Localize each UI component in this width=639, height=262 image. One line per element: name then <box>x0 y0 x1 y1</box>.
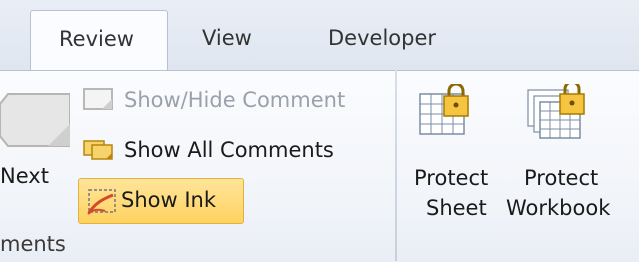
protect-sheet-icon <box>419 84 469 135</box>
next-comment-icon <box>0 93 70 147</box>
protect-workbook-label-line2: Workbook <box>506 196 611 220</box>
next-comment-button[interactable]: Next <box>0 78 70 198</box>
show-ink-button[interactable]: Show Ink <box>78 178 244 224</box>
ribbon-tab-bar: Review View Developer <box>0 0 639 72</box>
comments-group-label: ments <box>0 232 66 256</box>
group-separator <box>395 70 397 261</box>
tab-view[interactable]: View <box>202 26 252 50</box>
protect-sheet-label-line2: Sheet <box>426 196 487 220</box>
show-hide-comment-label: Show/Hide Comment <box>124 88 346 112</box>
protect-workbook-label-line1: Protect <box>524 166 599 190</box>
show-hide-comment-button[interactable]: Show/Hide Comment <box>82 83 345 117</box>
show-all-comments-button[interactable]: Show All Comments <box>82 133 334 167</box>
show-ink-icon <box>87 189 116 215</box>
protect-sheet-button[interactable]: Protect Sheet <box>408 78 504 228</box>
tab-review-label: Review <box>59 27 134 51</box>
tab-review[interactable]: Review <box>30 10 168 72</box>
show-hide-comment-icon <box>83 88 113 110</box>
protect-sheet-label-line1: Protect <box>414 166 489 190</box>
tab-developer[interactable]: Developer <box>328 26 436 50</box>
protect-workbook-button[interactable]: Protect Workbook <box>506 78 639 228</box>
show-ink-label: Show Ink <box>121 188 217 212</box>
show-all-comments-label: Show All Comments <box>124 138 334 162</box>
next-comment-label: Next <box>0 164 49 188</box>
show-all-comments-icon <box>83 140 113 160</box>
protect-workbook-icon <box>527 84 585 139</box>
